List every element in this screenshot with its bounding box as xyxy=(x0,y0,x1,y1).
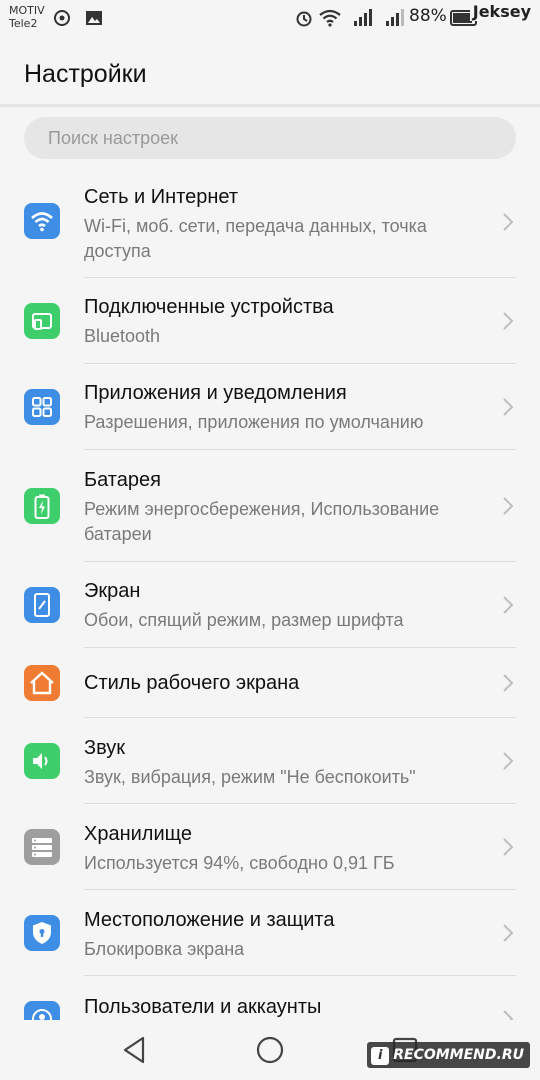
wifi-status-icon xyxy=(319,9,341,27)
item-title: Стиль рабочего экрана xyxy=(84,672,300,694)
app-header: Настройки xyxy=(0,40,540,104)
page-title: Настройки xyxy=(24,60,147,88)
header-divider xyxy=(0,104,540,107)
chevron-right-icon xyxy=(503,752,514,770)
battery-percent: 88% xyxy=(409,6,447,26)
item-title: Подключенные устройства xyxy=(84,296,334,318)
item-title: Батарея xyxy=(84,469,161,491)
alarm-icon xyxy=(296,11,312,27)
search-input[interactable]: Поиск настроек xyxy=(24,117,516,159)
status-bar: MOTIV Tele2 88% 19:19 Jeksey xyxy=(0,0,540,36)
item-title: Приложения и уведомления xyxy=(84,382,347,404)
navigation-bar: i RECOMMEND.RU xyxy=(0,1020,540,1080)
settings-item-sound[interactable]: Звук Звук, вибрация, режим "Не беспокоит… xyxy=(0,718,540,804)
carrier-label: MOTIV Tele2 xyxy=(9,4,45,30)
settings-item-storage[interactable]: Хранилище Используется 94%, свободно 0,9… xyxy=(0,804,540,890)
settings-item-users[interactable]: Пользователи и аккаунты xyxy=(0,976,540,1020)
devices-icon xyxy=(24,303,60,339)
item-subtitle: Разрешения, приложения по умолчанию xyxy=(84,412,424,432)
item-title: Местоположение и защита xyxy=(84,909,335,931)
home-icon xyxy=(24,665,60,701)
item-subtitle: Wi-Fi, моб. сети, передача данных, точка… xyxy=(84,216,427,261)
back-button[interactable] xyxy=(117,1032,153,1068)
carrier-line-1: MOTIV xyxy=(9,4,45,17)
shield-icon xyxy=(24,915,60,951)
home-button[interactable] xyxy=(252,1032,288,1068)
chevron-right-icon xyxy=(503,596,514,614)
item-subtitle: Используется 94%, свободно 0,91 ГБ xyxy=(84,853,395,873)
item-subtitle: Режим энергосбережения, Использование ба… xyxy=(84,499,440,544)
signal-icon-1 xyxy=(354,9,372,26)
site-watermark: i RECOMMEND.RU xyxy=(367,1042,530,1068)
watermark-text: RECOMMEND.RU xyxy=(393,1047,524,1063)
item-title: Хранилище xyxy=(84,823,192,845)
item-title: Звук xyxy=(84,737,126,759)
chevron-right-icon xyxy=(503,497,514,515)
item-subtitle: Bluetooth xyxy=(84,326,161,346)
settings-item-apps[interactable]: Приложения и уведомления Разрешения, при… xyxy=(0,364,540,450)
user-watermark: Jeksey xyxy=(469,2,534,21)
battery-icon xyxy=(24,488,60,524)
chevron-right-icon xyxy=(503,674,514,692)
item-title: Экран xyxy=(84,580,141,602)
watermark-badge: i xyxy=(371,1047,390,1065)
user-icon xyxy=(24,1001,60,1020)
item-subtitle: Звук, вибрация, режим "Не беспокоить" xyxy=(84,767,416,787)
item-title: Пользователи и аккаунты xyxy=(84,996,322,1018)
sound-icon xyxy=(24,743,60,779)
settings-item-connected-devices[interactable]: Подключенные устройства Bluetooth xyxy=(0,278,540,364)
chevron-right-icon xyxy=(503,838,514,856)
storage-icon xyxy=(24,829,60,865)
nfc-icon xyxy=(54,10,70,26)
settings-item-battery[interactable]: Батарея Режим энергосбережения, Использо… xyxy=(0,450,540,562)
settings-item-home-style[interactable]: Стиль рабочего экрана xyxy=(0,648,540,718)
wifi-icon xyxy=(24,203,60,239)
apps-icon xyxy=(24,389,60,425)
carrier-line-2: Tele2 xyxy=(9,17,38,30)
chevron-right-icon xyxy=(503,398,514,416)
item-subtitle: Блокировка экрана xyxy=(84,939,245,959)
settings-item-display[interactable]: Экран Обои, спящий режим, размер шрифта xyxy=(0,562,540,648)
search-placeholder: Поиск настроек xyxy=(48,128,178,148)
chevron-right-icon xyxy=(503,1010,514,1020)
settings-item-network[interactable]: Сеть и Интернет Wi-Fi, моб. сети, переда… xyxy=(0,165,540,278)
settings-list: Сеть и Интернет Wi-Fi, моб. сети, переда… xyxy=(0,165,540,1020)
settings-item-security[interactable]: Местоположение и защита Блокировка экран… xyxy=(0,890,540,976)
display-icon xyxy=(24,587,60,623)
item-subtitle: Обои, спящий режим, размер шрифта xyxy=(84,610,404,630)
chevron-right-icon xyxy=(503,312,514,330)
item-title: Сеть и Интернет xyxy=(84,186,239,208)
signal-icon-2 xyxy=(386,9,404,26)
chevron-right-icon xyxy=(503,213,514,231)
chevron-right-icon xyxy=(503,924,514,942)
image-icon xyxy=(86,11,102,25)
